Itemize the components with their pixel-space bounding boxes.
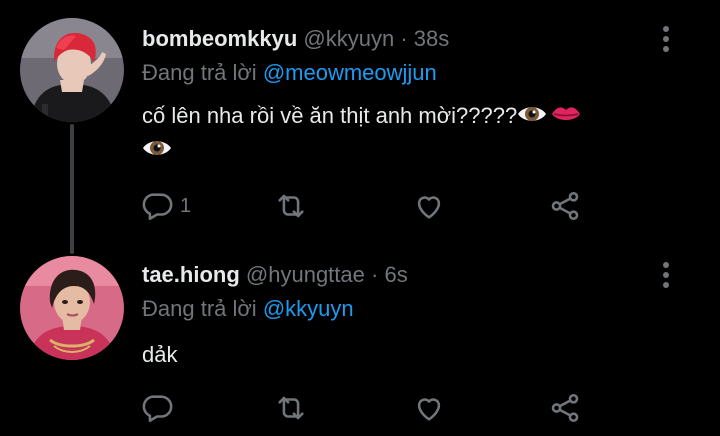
reply-button[interactable]: 1 — [140, 188, 191, 224]
retweet-icon — [278, 194, 304, 218]
mention-link[interactable]: @meowmeowjjun — [263, 60, 437, 85]
eye-emoji — [142, 135, 172, 168]
share-button[interactable] — [548, 188, 582, 224]
avatar[interactable] — [20, 18, 124, 122]
avatar[interactable] — [20, 256, 124, 360]
eye-emoji — [517, 101, 547, 134]
timestamp[interactable]: 6s — [384, 262, 407, 287]
like-button[interactable] — [412, 390, 446, 426]
avatar-image-bombeomkkyu — [20, 18, 124, 122]
lips-emoji — [551, 101, 581, 134]
share-icon — [551, 393, 579, 423]
reply-icon — [142, 395, 173, 423]
heart-icon — [417, 196, 441, 219]
share-button[interactable] — [548, 390, 582, 426]
share-icon — [551, 191, 579, 221]
tweet-header: bombeomkkyu @kkyuyn · 38s — [142, 26, 449, 52]
separator-dot: · — [371, 262, 379, 287]
tweet-2[interactable]: tae.hiong @hyungttae · 6s Đang trả lời @… — [0, 254, 720, 436]
display-name[interactable]: bombeomkkyu — [142, 26, 297, 51]
tweet-actions: 1 — [140, 188, 600, 224]
retweet-icon — [278, 396, 304, 420]
like-button[interactable] — [412, 188, 446, 224]
reply-button[interactable] — [140, 390, 174, 426]
tweet-header: tae.hiong @hyungttae · 6s — [142, 262, 408, 288]
tweet-text: dảk — [142, 342, 178, 367]
reply-count: 1 — [180, 194, 192, 217]
tweet-actions — [140, 390, 600, 426]
replying-to: Đang trả lời @kkyuyn — [142, 296, 354, 322]
user-handle[interactable]: @kkyuyn — [303, 26, 394, 51]
retweet-button[interactable] — [274, 390, 308, 426]
tweet-text-body: cố lên nha rồi về ăn thịt anh mời????? — [142, 103, 518, 128]
more-options-icon[interactable] — [656, 260, 676, 290]
retweet-button[interactable] — [274, 188, 308, 224]
mention-link[interactable]: @kkyuyn — [263, 296, 354, 321]
replying-to-label: Đang trả lời — [142, 60, 257, 85]
avatar-image-tae-hiong — [20, 256, 124, 360]
thread-connector-line — [70, 124, 74, 254]
separator-dot: · — [400, 26, 408, 51]
tweet-text: cố lên nha rồi về ăn thịt anh mời????? — [142, 99, 682, 168]
tweet-1[interactable]: bombeomkkyu @kkyuyn · 38s Đang trả lời @… — [0, 0, 720, 254]
replying-to: Đang trả lời @meowmeowjjun — [142, 60, 437, 86]
timestamp[interactable]: 38s — [414, 26, 449, 51]
user-handle[interactable]: @hyungttae — [246, 262, 365, 287]
more-options-icon[interactable] — [656, 24, 676, 54]
heart-icon — [417, 398, 441, 421]
display-name[interactable]: tae.hiong — [142, 262, 240, 287]
replying-to-label: Đang trả lời — [142, 296, 257, 321]
reply-icon — [142, 193, 173, 221]
